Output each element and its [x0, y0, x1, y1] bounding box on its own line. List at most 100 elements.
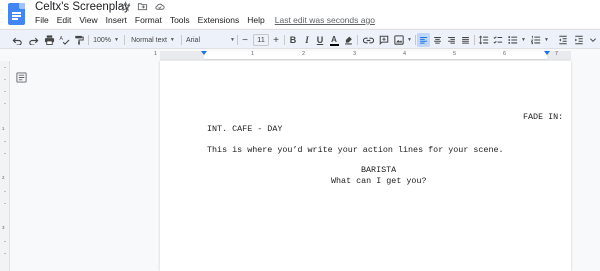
font-value: Arial — [186, 36, 201, 44]
horizontal-ruler[interactable]: 1 1 2 3 4 5 6 7 — [0, 49, 600, 61]
numbered-list-button[interactable]: ▼ — [530, 33, 550, 47]
highlight-button[interactable] — [342, 33, 354, 47]
chevron-down-icon: ▼ — [169, 37, 175, 43]
star-icon[interactable] — [120, 1, 131, 12]
spellcheck-button[interactable]: A — [57, 33, 71, 47]
plus-icon: + — [273, 34, 279, 46]
ruler-number: 1 — [154, 51, 158, 57]
chevron-down-icon: ▼ — [113, 37, 119, 43]
character-name: BARISTA — [361, 165, 397, 175]
ruler-number: 5 — [453, 51, 457, 57]
menu-insert[interactable]: Insert — [106, 15, 131, 25]
increase-font-size-button[interactable]: + — [271, 33, 281, 47]
text-color-button[interactable]: A — [328, 33, 340, 47]
ruler-right-margin — [547, 51, 571, 60]
italic-icon: I — [305, 35, 309, 45]
google-docs-logo-icon[interactable] — [8, 3, 25, 25]
cloud-saved-icon[interactable] — [154, 1, 166, 12]
decrease-indent-icon — [559, 35, 567, 45]
insert-link-button[interactable] — [361, 33, 375, 47]
document-title[interactable]: Celtx's Screenplay — [35, 1, 130, 13]
decrease-font-size-button[interactable]: − — [240, 33, 250, 47]
ruler-track: 1 1 2 3 4 5 6 7 — [154, 51, 571, 60]
bold-icon: B — [289, 35, 297, 45]
vertical-ruler-number: 1 — [2, 126, 5, 131]
spellcheck-icon: A — [59, 36, 69, 45]
vertical-ruler-number: 2 — [2, 175, 5, 180]
chevron-down-icon: ▼ — [407, 37, 412, 43]
align-left-button[interactable] — [417, 33, 430, 47]
bulleted-list-icon — [508, 36, 518, 44]
underline-icon: U — [316, 35, 324, 45]
menu-help[interactable]: Help — [247, 15, 268, 25]
checklist-icon — [493, 36, 503, 44]
insert-image-button[interactable]: ▼ — [393, 33, 413, 47]
menu-view[interactable]: View — [79, 15, 101, 25]
bold-button[interactable]: B — [287, 33, 299, 47]
undo-icon — [12, 37, 22, 45]
font-size-input[interactable]: 11 — [252, 33, 270, 47]
print-icon — [44, 35, 54, 45]
align-justify-icon — [462, 36, 469, 44]
chevron-down-icon: ▼ — [521, 37, 526, 43]
paint-format-button[interactable] — [72, 33, 86, 47]
decrease-indent-button[interactable] — [556, 33, 570, 47]
line-spacing-icon — [478, 35, 488, 45]
line-spacing-button[interactable] — [477, 33, 490, 47]
ruler-number: 2 — [302, 51, 306, 57]
menu-extensions[interactable]: Extensions — [198, 15, 244, 25]
more-options-button[interactable] — [588, 33, 598, 47]
text-color-icon: A — [331, 34, 337, 44]
ruler-number: 3 — [353, 51, 357, 57]
align-justify-button[interactable] — [459, 33, 472, 47]
font-select[interactable]: Arial ▼ — [186, 33, 235, 47]
increase-indent-button[interactable] — [572, 33, 586, 47]
ruler-number: 6 — [503, 51, 507, 57]
toolbar: A 100% ▼ Normal text ▼ Arial ▼ − 11 + B I U… — [0, 29, 600, 49]
expand-icon — [589, 38, 597, 43]
document-outline-button[interactable] — [16, 70, 27, 88]
menu-edit[interactable]: Edit — [57, 15, 76, 25]
print-button[interactable] — [42, 33, 56, 47]
transition-line: FADE IN: — [523, 112, 564, 122]
title-actions — [120, 1, 166, 12]
menu-format[interactable]: Format — [135, 15, 166, 25]
link-icon — [362, 37, 374, 43]
outline-icon — [16, 72, 27, 83]
comment-icon — [379, 35, 389, 45]
italic-button[interactable]: I — [301, 33, 313, 47]
paint-format-icon — [75, 35, 84, 45]
increase-indent-icon — [575, 35, 583, 45]
right-indent-marker[interactable] — [544, 51, 550, 55]
align-right-icon — [448, 36, 455, 44]
ruler-left-margin — [160, 51, 204, 60]
zoom-value: 100% — [93, 36, 111, 44]
numbered-list-icon — [531, 35, 541, 45]
last-edit-link[interactable]: Last edit was seconds ago — [275, 15, 375, 25]
text-color-swatch — [329, 43, 339, 46]
folder-move-icon[interactable] — [137, 1, 148, 12]
menu-tools[interactable]: Tools — [170, 15, 194, 25]
vertical-ruler-number: 3 — [2, 225, 5, 230]
image-icon — [394, 35, 404, 45]
minus-icon: − — [242, 34, 248, 46]
align-right-button[interactable] — [445, 33, 458, 47]
zoom-select[interactable]: 100% ▼ — [91, 33, 121, 47]
left-indent-marker[interactable] — [201, 51, 207, 55]
align-center-button[interactable] — [431, 33, 444, 47]
vertical-ruler[interactable]: 1 2 3 — [0, 61, 10, 271]
font-size-value: 11 — [253, 34, 269, 46]
underline-button[interactable]: U — [314, 33, 326, 47]
checklist-button[interactable] — [491, 33, 505, 47]
add-comment-button[interactable] — [377, 33, 391, 47]
menu-bar: File Edit View Insert Format Tools Exten… — [35, 15, 375, 25]
redo-icon — [28, 37, 38, 45]
menu-file[interactable]: File — [35, 15, 53, 25]
action-line: This is where you’d write your action li… — [207, 145, 504, 155]
redo-button[interactable] — [26, 33, 40, 47]
bulleted-list-button[interactable]: ▼ — [507, 33, 527, 47]
paragraph-style-value: Normal text — [131, 36, 167, 44]
paragraph-style-select[interactable]: Normal text ▼ — [128, 33, 178, 47]
undo-button[interactable] — [10, 33, 24, 47]
document-page[interactable]: FADE IN: INT. CAFE - DAY This is where y… — [160, 61, 571, 271]
